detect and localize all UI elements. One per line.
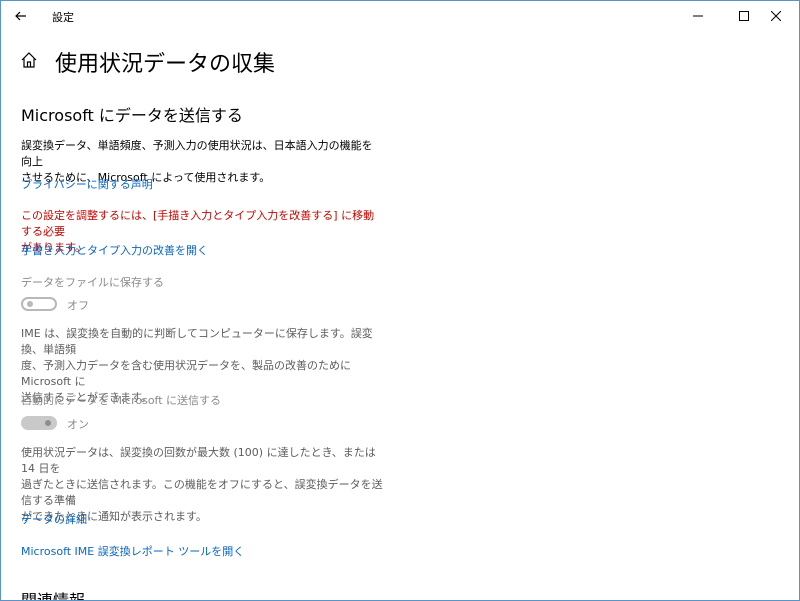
- page-title: 使用状況データの収集: [55, 52, 276, 77]
- window-title: 設定: [52, 11, 74, 24]
- maximize-icon: [739, 11, 749, 21]
- auto-send-state: オン: [67, 418, 89, 431]
- data-details-link[interactable]: データの詳細: [21, 511, 87, 527]
- related-info-heading: 関連情報: [21, 591, 86, 601]
- minimize-button[interactable]: [675, 1, 721, 31]
- intro-line-1: 誤変換データ、単語頻度、予測入力の使用状況は、日本語入力の機能を向上: [21, 139, 373, 168]
- auto-desc-line-2: 過ぎたときに送信されます。この機能をオフにすると、誤変換データを送信する準備: [21, 478, 383, 507]
- title-bar: 設定: [1, 1, 799, 31]
- privacy-statement-link[interactable]: プライバシーに関する声明: [21, 176, 153, 192]
- settings-window: 設定 使用状況データの収集 Microsoft にデータを送信する 誤変換データ…: [0, 0, 800, 601]
- warning-line-1: この設定を調整するには、[手描き入力とタイプ入力を改善する] に移動する必要: [21, 209, 375, 238]
- auto-desc-line-1: 使用状況データは、誤変換の回数が最大数 (100) に達したとき、または 14 …: [21, 446, 376, 475]
- home-icon[interactable]: [20, 51, 38, 69]
- toggle-knob: [27, 301, 33, 307]
- close-icon: [771, 11, 781, 21]
- back-arrow-icon: [15, 11, 26, 21]
- save-to-file-toggle[interactable]: [21, 297, 57, 311]
- save-desc-line-1: IME は、誤変換を自動的に判断してコンピューターに保存します。誤変換、単語頻: [21, 327, 373, 356]
- save-to-file-label: データをファイルに保存する: [21, 276, 164, 289]
- open-handwriting-settings-link[interactable]: 手書き入力とタイプ入力の改善を開く: [21, 242, 208, 258]
- close-button[interactable]: [753, 1, 799, 31]
- auto-send-toggle[interactable]: [21, 416, 57, 430]
- minimize-icon: [693, 15, 703, 17]
- toggle-knob: [45, 420, 51, 426]
- save-desc-line-2: 度、予測入力データを含む使用状況データを、製品の改善のために Microsoft…: [21, 359, 351, 388]
- auto-send-label: 自動的にデータを Microsoft に送信する: [21, 394, 222, 407]
- open-report-tool-link[interactable]: Microsoft IME 誤変換レポート ツールを開く: [21, 543, 244, 559]
- save-to-file-state: オフ: [67, 299, 89, 312]
- section-title: Microsoft にデータを送信する: [21, 106, 243, 125]
- back-button[interactable]: [1, 1, 41, 31]
